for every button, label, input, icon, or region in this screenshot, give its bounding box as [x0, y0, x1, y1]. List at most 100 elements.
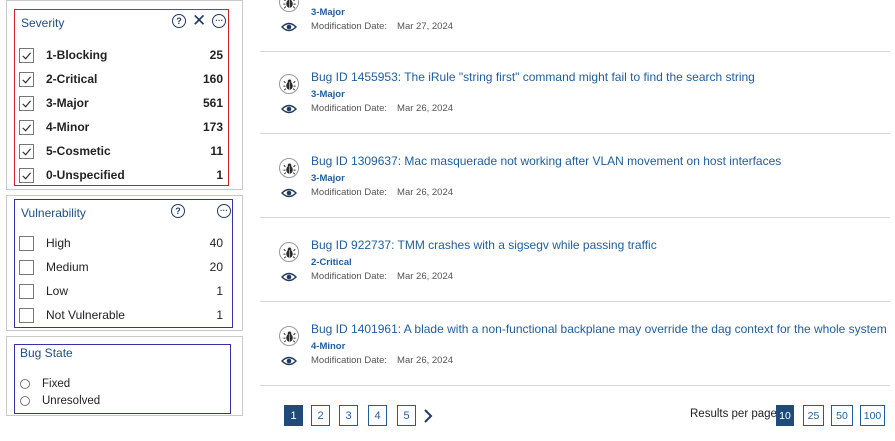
modification-date-value: Mar 27, 2024	[397, 21, 454, 32]
help-icon[interactable]: ?	[172, 14, 186, 28]
radio-button[interactable]	[20, 379, 30, 389]
severity-option-count: 1	[216, 168, 223, 182]
page-button[interactable]: 1	[284, 405, 303, 426]
severity-option-label: 0-Unspecified	[46, 168, 125, 182]
vulnerability-option-label: Not Vulnerable	[46, 308, 125, 322]
vulnerability-actions: ? ···	[171, 204, 231, 218]
bug-state-title: Bug State	[20, 346, 73, 360]
list-divider	[260, 385, 890, 386]
list-divider	[260, 217, 890, 218]
severity-option-count: 561	[202, 96, 223, 110]
severity-option[interactable]: 2-Critical 160	[19, 69, 223, 89]
modification-date: Modification Date: Mar 26, 2024	[311, 187, 453, 198]
page-button[interactable]: 5	[397, 405, 416, 426]
checkbox[interactable]	[19, 259, 34, 275]
vulnerability-option[interactable]: Medium 20	[19, 257, 223, 277]
severity-option[interactable]: 4-Minor 173	[19, 117, 223, 137]
page-button[interactable]: 2	[311, 405, 330, 426]
modification-date: Modification Date: Mar 26, 2024	[311, 355, 453, 366]
bug-state-option-label: Unresolved	[42, 395, 101, 407]
bug-state-option-label: Fixed	[42, 378, 71, 390]
severity-option[interactable]: 1-Blocking 25	[19, 45, 223, 65]
modification-date-label: Modification Date:	[311, 103, 388, 114]
list-divider	[260, 301, 890, 302]
vulnerability-title: Vulnerability	[21, 206, 86, 220]
bug-title-link[interactable]: Bug ID 1401961: A blade with a non-funct…	[311, 322, 887, 336]
modification-date-label: Modification Date:	[311, 271, 388, 282]
eye-icon[interactable]	[281, 102, 297, 114]
vulnerability-option-count: 20	[209, 260, 223, 274]
vulnerability-option[interactable]: High 40	[19, 233, 223, 253]
bug-icon	[279, 0, 299, 12]
bug-icon	[279, 158, 299, 178]
bug-severity: 4-Minor	[311, 341, 346, 352]
eye-icon[interactable]	[281, 186, 297, 198]
bug-icon	[279, 242, 299, 262]
modification-date-value: Mar 26, 2024	[397, 103, 454, 114]
checkbox[interactable]	[19, 95, 34, 111]
bug-state-option[interactable]: Fixed	[20, 376, 70, 392]
checkbox[interactable]	[19, 71, 34, 87]
severity-option-label: 1-Blocking	[46, 48, 108, 62]
severity-option-label: 5-Cosmetic	[46, 144, 111, 158]
vulnerability-option-count: 1	[216, 284, 223, 298]
checkbox[interactable]	[19, 283, 34, 299]
vulnerability-option-label: Medium	[46, 260, 89, 274]
severity-option-count: 173	[202, 120, 223, 134]
page-button[interactable]: 3	[339, 405, 358, 426]
bug-state-option[interactable]: Unresolved	[20, 393, 100, 409]
severity-option-label: 4-Minor	[46, 120, 90, 134]
results-per-page-label: Results per page	[690, 408, 777, 420]
results-per-page-option[interactable]: 10	[776, 405, 794, 426]
modification-date-label: Modification Date:	[311, 21, 388, 32]
severity-option-count: 160	[202, 72, 223, 86]
results-per-page-option[interactable]: 100	[860, 405, 885, 426]
modification-date: Modification Date: Mar 27, 2024	[311, 21, 453, 32]
severity-option-label: 2-Critical	[46, 72, 98, 86]
more-options-icon[interactable]: ···	[217, 204, 231, 218]
vulnerability-option[interactable]: Low 1	[19, 281, 223, 301]
eye-icon[interactable]	[281, 20, 297, 32]
severity-option[interactable]: 0-Unspecified 1	[19, 165, 223, 185]
help-icon[interactable]: ?	[171, 204, 185, 218]
radio-button[interactable]	[20, 396, 30, 406]
vulnerability-option-count: 1	[216, 308, 223, 322]
list-divider	[260, 51, 890, 52]
checkbox[interactable]	[19, 119, 34, 135]
bug-title-link[interactable]: Bug ID 922737: TMM crashes with a sigseg…	[311, 238, 657, 252]
modification-date: Modification Date: Mar 26, 2024	[311, 103, 453, 114]
bug-severity: 3-Major	[311, 89, 345, 100]
bug-icon	[279, 74, 299, 94]
checkbox[interactable]	[19, 143, 34, 159]
severity-option[interactable]: 3-Major 561	[19, 93, 223, 113]
checkbox[interactable]	[19, 235, 34, 251]
checkbox[interactable]	[19, 47, 34, 63]
bug-title-link[interactable]: Bug ID 1309637: Mac masquerade not worki…	[311, 154, 781, 168]
bug-severity: 2-Critical	[311, 257, 352, 268]
severity-title: Severity	[21, 16, 65, 30]
checkbox[interactable]	[19, 307, 34, 323]
severity-option-label: 3-Major	[46, 96, 89, 110]
bug-severity: 3-Major	[311, 173, 345, 184]
eye-icon[interactable]	[281, 270, 297, 282]
more-options-icon[interactable]: ···	[212, 14, 227, 28]
vulnerability-option-label: High	[46, 236, 71, 250]
page-button[interactable]: 4	[368, 405, 387, 426]
results-per-page-option[interactable]: 25	[803, 405, 824, 426]
bug-title-link[interactable]: Bug ID 1455953: The iRule "string first"…	[311, 70, 755, 84]
eye-icon[interactable]	[281, 354, 297, 366]
vulnerability-option[interactable]: Not Vulnerable 1	[19, 305, 223, 325]
checkbox[interactable]	[19, 167, 34, 183]
results-per-page-option[interactable]: 50	[831, 405, 853, 426]
list-divider	[260, 133, 890, 134]
modification-date-value: Mar 26, 2024	[397, 355, 454, 366]
severity-option-count: 11	[210, 144, 223, 158]
modification-date-value: Mar 26, 2024	[397, 187, 454, 198]
severity-actions: ? ✕ ···	[172, 12, 227, 29]
modification-date-value: Mar 26, 2024	[397, 271, 454, 282]
modification-date-label: Modification Date:	[311, 187, 388, 198]
bug-icon	[279, 326, 299, 346]
severity-option[interactable]: 5-Cosmetic 11	[19, 141, 223, 161]
clear-filter-icon[interactable]: ✕	[192, 12, 206, 29]
next-page-button[interactable]	[420, 405, 436, 426]
